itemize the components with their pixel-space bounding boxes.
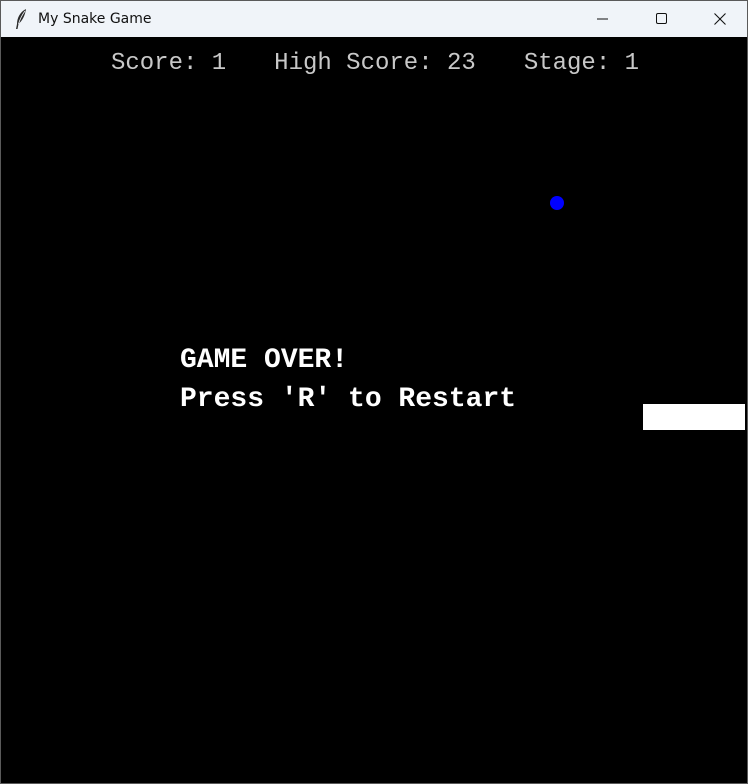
maximize-icon [656,13,667,24]
score-label: Score: 1 [110,50,227,77]
snake-body [643,404,745,430]
window-title: My Snake Game [38,11,152,27]
hud: Score: 1 High Score: 23 Stage: 1 [5,50,745,78]
game-over-title: GAME OVER! [180,345,349,376]
high-score-label: High Score: 23 [274,50,476,77]
game-canvas[interactable]: Score: 1 High Score: 23 Stage: 1 GAME OVER… [5,41,745,781]
maximize-button[interactable] [633,1,691,37]
title-bar[interactable]: My Snake Game [1,1,747,37]
feather-icon [13,8,29,30]
close-button[interactable] [691,1,747,37]
game-over-message: GAME OVER! Press 'R' to Restart [180,341,516,419]
food-dot [550,196,564,210]
minimize-icon [597,18,608,20]
game-window: My Snake Game Score: 1 High Score: 23 Stag… [0,0,748,784]
restart-hint: Press 'R' to Restart [180,384,517,415]
close-icon [714,13,726,25]
minimize-button[interactable] [574,1,632,37]
stage-label: Stage: 1 [523,50,640,77]
